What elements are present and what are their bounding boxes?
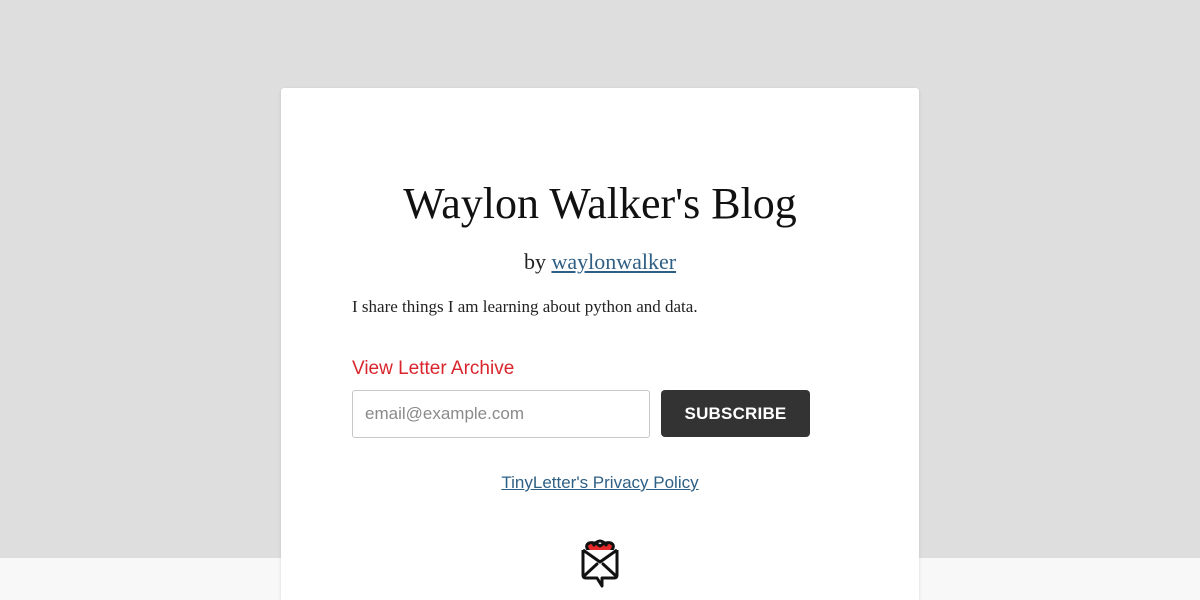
byline: by waylonwalker [281, 248, 919, 276]
privacy-policy: TinyLetter's Privacy Policy [281, 471, 919, 495]
author-link[interactable]: waylonwalker [551, 249, 676, 274]
newsletter-description: I share things I am learning about pytho… [352, 297, 698, 316]
tinyletter-heart-envelope-icon [578, 528, 622, 590]
byline-prefix: by [523, 249, 546, 274]
email-input[interactable] [352, 390, 650, 438]
newsletter-card: Waylon Walker's Blog by waylonwalker I s… [281, 88, 919, 600]
privacy-policy-link[interactable]: TinyLetter's Privacy Policy [501, 473, 698, 492]
subscribe-button[interactable]: SUBSCRIBE [661, 390, 810, 437]
view-letter-archive-link[interactable]: View Letter Archive [352, 356, 514, 382]
newsletter-title: Waylon Walker's Blog [403, 179, 797, 228]
